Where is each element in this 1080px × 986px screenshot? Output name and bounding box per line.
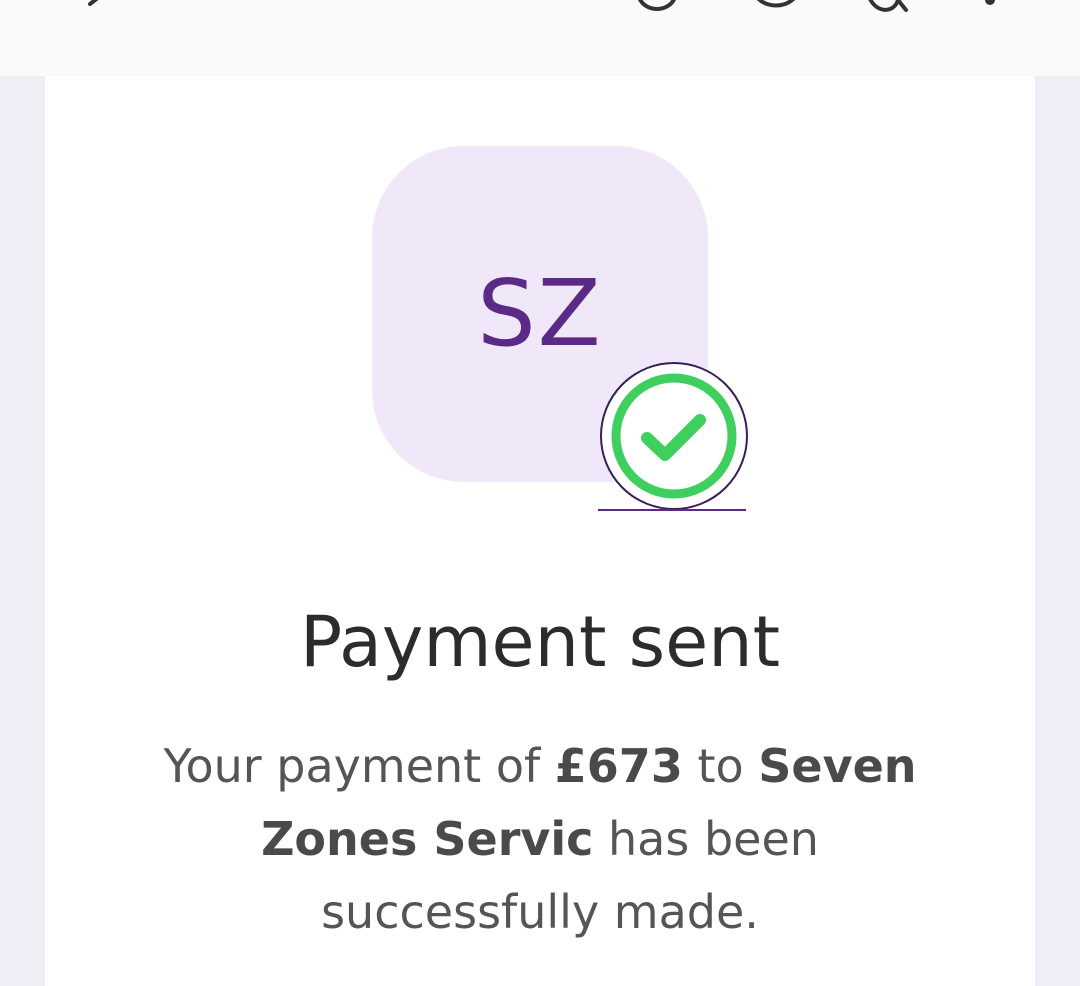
- confirmation-message: Your payment of £673 to Seven Zones Serv…: [130, 730, 950, 949]
- support-icon[interactable]: [862, 0, 918, 20]
- avatar-initials: SZ: [477, 260, 603, 367]
- payment-amount: £673: [554, 739, 683, 793]
- share-icon[interactable]: [632, 0, 682, 20]
- more-vertical-icon[interactable]: [982, 0, 998, 12]
- help-icon[interactable]: [748, 0, 804, 16]
- message-prefix: Your payment of: [163, 739, 555, 793]
- top-app-bar: [0, 0, 1080, 76]
- message-to: to: [682, 739, 759, 793]
- back-icon[interactable]: [80, 0, 120, 20]
- page-title: Payment sent: [299, 601, 781, 683]
- check-circle-icon: [598, 362, 748, 511]
